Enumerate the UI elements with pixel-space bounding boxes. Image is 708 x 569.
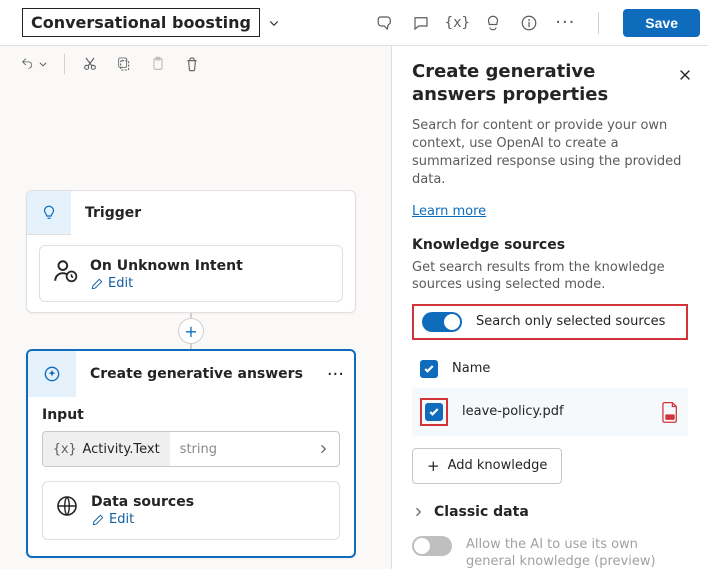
data-sources-label: Data sources: [91, 494, 194, 510]
divider: [598, 12, 599, 34]
comment-icon[interactable]: [412, 14, 430, 32]
learn-more-link[interactable]: Learn more: [412, 204, 486, 219]
source-row[interactable]: leave-policy.pdf: [412, 388, 688, 436]
topic-name[interactable]: Conversational boosting: [22, 8, 260, 37]
trigger-label: Trigger: [71, 205, 141, 221]
undo-button[interactable]: [20, 56, 48, 72]
globe-icon: [55, 494, 79, 518]
save-button[interactable]: Save: [623, 9, 700, 37]
sources-header: Name: [412, 350, 688, 388]
panel-title: Create generative answers properties: [412, 60, 662, 107]
classic-data-toggle[interactable]: Classic data: [412, 504, 688, 520]
copy-icon[interactable]: [115, 55, 133, 73]
select-all-checkbox[interactable]: [420, 360, 438, 378]
allow-ai-row: Allow the AI to use its own general know…: [412, 536, 688, 569]
column-name: Name: [452, 361, 490, 376]
generative-answers-node[interactable]: Create generative answers ··· Input {x} …: [26, 349, 356, 558]
chevron-down-icon[interactable]: [266, 15, 282, 31]
info-icon[interactable]: [520, 14, 538, 32]
lightbulb-icon: [27, 191, 71, 235]
search-selected-label: Search only selected sources: [476, 314, 665, 329]
cut-icon[interactable]: [81, 55, 99, 73]
source-name: leave-policy.pdf: [462, 404, 646, 419]
knowledge-sources-desc: Get search results from the knowledge so…: [412, 259, 688, 294]
add-knowledge-button[interactable]: + Add knowledge: [412, 448, 562, 484]
node-more-icon[interactable]: ···: [327, 364, 354, 385]
divider: [64, 54, 65, 74]
analytics-icon[interactable]: [484, 14, 502, 32]
chevron-right-icon: [412, 506, 424, 518]
generative-answers-label: Create generative answers: [76, 366, 327, 382]
pdf-icon: [660, 401, 680, 423]
search-selected-toggle[interactable]: [422, 312, 462, 332]
variables-icon[interactable]: {x}: [448, 14, 466, 32]
add-node-button[interactable]: +: [178, 318, 204, 344]
person-icon: [52, 258, 78, 284]
close-icon[interactable]: [678, 68, 692, 82]
edit-data-sources-link[interactable]: Edit: [91, 512, 194, 527]
panel-desc: Search for content or provide your own c…: [412, 117, 688, 190]
trigger-node[interactable]: Trigger On Unknown Intent Edit: [26, 190, 356, 313]
delete-icon[interactable]: [183, 55, 201, 73]
edit-trigger-link[interactable]: Edit: [90, 276, 243, 291]
input-picker[interactable]: {x} Activity.Text string: [42, 431, 340, 467]
on-unknown-label: On Unknown Intent: [90, 258, 243, 274]
trigger-card[interactable]: On Unknown Intent Edit: [39, 245, 343, 302]
paste-icon[interactable]: [149, 55, 167, 73]
sparkle-icon: [28, 351, 76, 397]
variable-icon: {x}: [53, 442, 76, 457]
more-icon[interactable]: ···: [556, 14, 574, 32]
data-sources-card[interactable]: Data sources Edit: [42, 481, 340, 540]
plus-icon: +: [427, 457, 440, 475]
input-var-type: string: [170, 442, 307, 457]
knowledge-sources-title: Knowledge sources: [412, 237, 688, 253]
copilot-icon[interactable]: [376, 14, 394, 32]
source-checkbox[interactable]: [425, 403, 443, 421]
search-selected-toggle-row: Search only selected sources: [412, 304, 688, 340]
allow-ai-toggle[interactable]: [412, 536, 452, 556]
input-var-name: Activity.Text: [82, 442, 159, 457]
chevron-right-icon: [307, 443, 339, 455]
allow-ai-label: Allow the AI to use its own general know…: [466, 536, 666, 569]
input-label: Input: [42, 407, 340, 423]
